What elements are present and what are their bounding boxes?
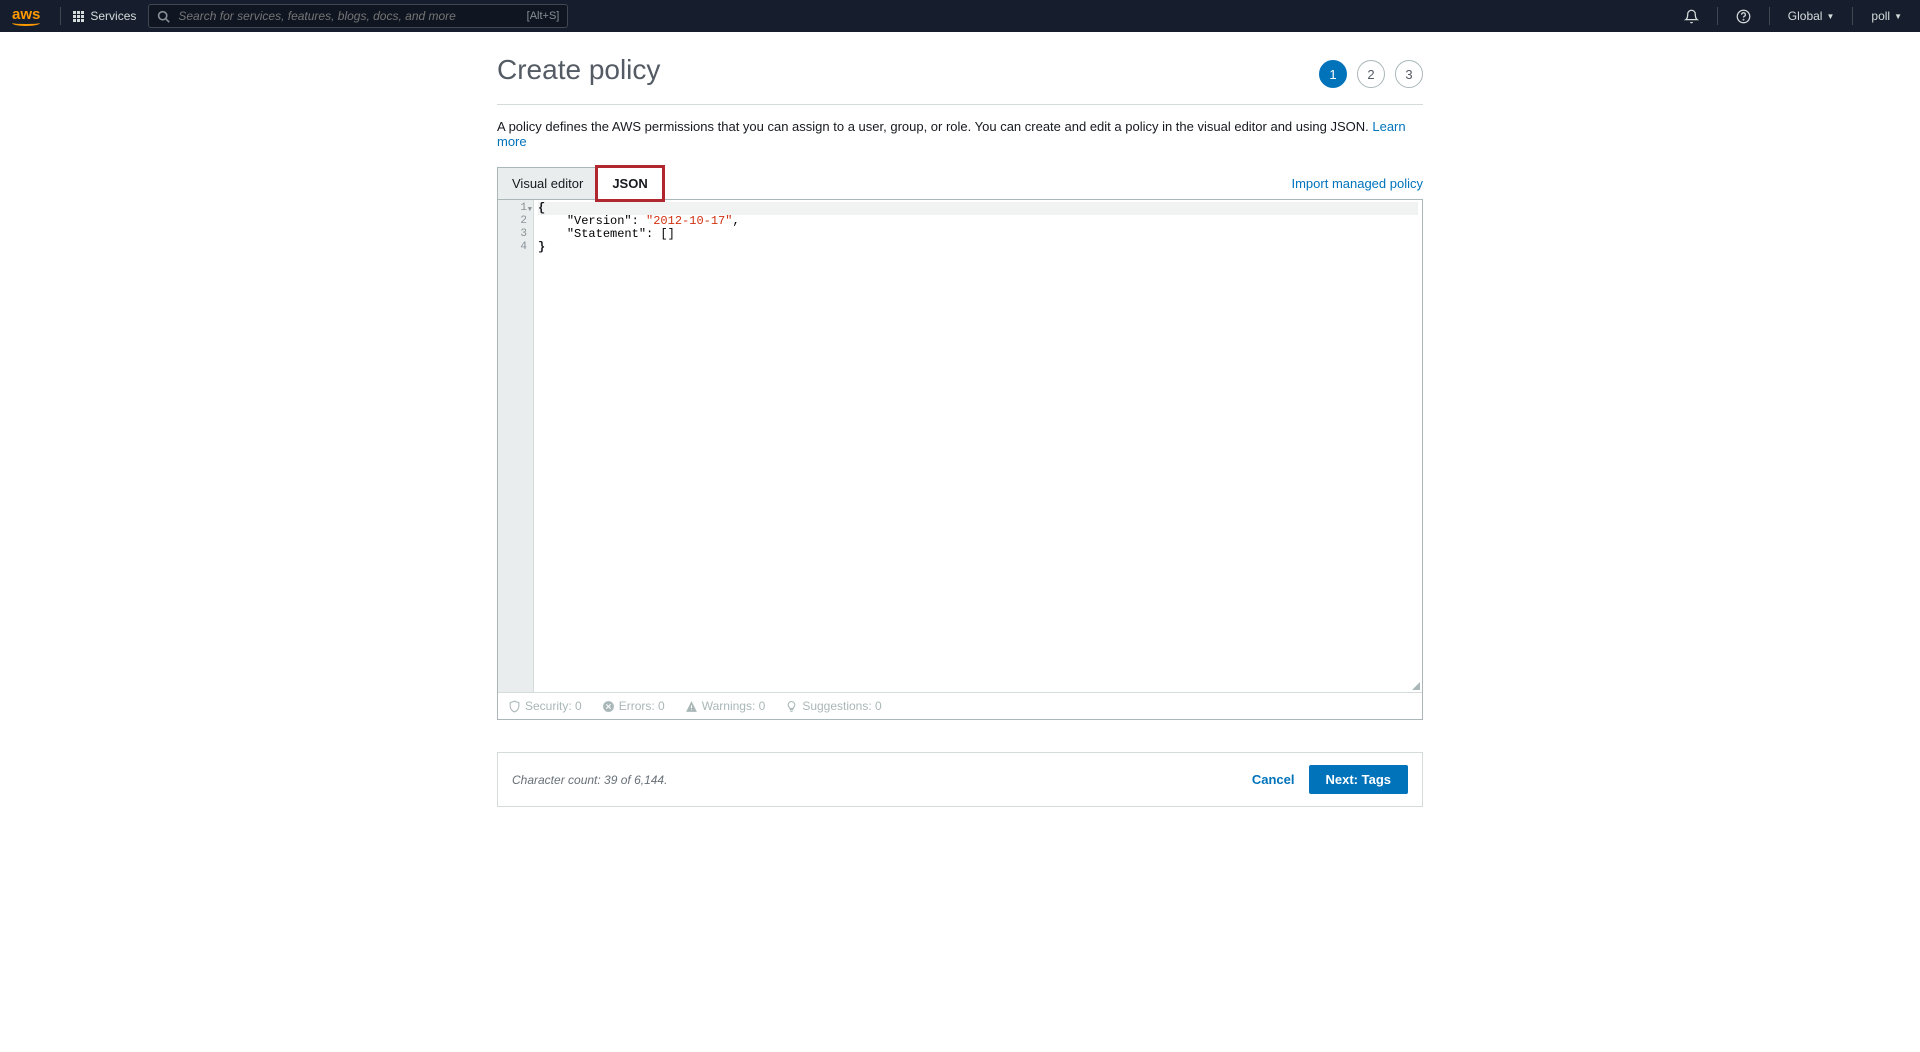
- user-label: poll: [1871, 9, 1890, 23]
- apps-grid-icon: [73, 11, 84, 22]
- lightbulb-icon: [785, 700, 798, 713]
- main-container: Create policy 1 2 3 A policy defines the…: [497, 32, 1423, 807]
- region-selector[interactable]: Global ▼: [1782, 9, 1841, 23]
- tabs-row: Visual editor JSON Import managed policy: [497, 167, 1423, 200]
- tab-visual-editor[interactable]: Visual editor: [497, 167, 598, 199]
- services-label: Services: [90, 9, 136, 23]
- resize-handle-icon[interactable]: [1410, 680, 1420, 690]
- divider: [60, 7, 61, 25]
- help-icon: [1736, 9, 1751, 24]
- warning-icon: [685, 700, 698, 713]
- status-warnings-text: Warnings: 0: [702, 699, 766, 713]
- bell-icon: [1684, 9, 1699, 24]
- search-box[interactable]: [Alt+S]: [148, 4, 568, 28]
- status-errors-text: Errors: 0: [619, 699, 665, 713]
- status-security: Security: 0: [508, 699, 582, 713]
- aws-logo[interactable]: aws: [12, 7, 40, 26]
- region-label: Global: [1788, 9, 1823, 23]
- shield-icon: [508, 700, 521, 713]
- footer-bar: Character count: 39 of 6,144. Cancel Nex…: [497, 752, 1423, 807]
- status-errors: Errors: 0: [602, 699, 665, 713]
- divider: [1717, 7, 1718, 25]
- import-managed-policy-link[interactable]: Import managed policy: [1291, 176, 1423, 199]
- character-count: Character count: 39 of 6,144.: [512, 773, 667, 787]
- editor-status-bar: Security: 0 Errors: 0 Warnings: 0 Sugges…: [498, 692, 1422, 719]
- caret-down-icon: ▼: [1894, 12, 1902, 21]
- topnav-right: Global ▼ poll ▼: [1678, 7, 1908, 25]
- header-row: Create policy 1 2 3: [497, 44, 1423, 105]
- status-warnings: Warnings: 0: [685, 699, 766, 713]
- json-editor[interactable]: 1▼234 { "Version": "2012-10-17", "Statem…: [498, 200, 1422, 692]
- aws-swoosh-icon: [12, 20, 40, 26]
- step-2[interactable]: 2: [1357, 60, 1385, 88]
- cancel-button[interactable]: Cancel: [1252, 772, 1295, 787]
- line-gutter: 1▼234: [498, 200, 534, 692]
- step-1[interactable]: 1: [1319, 60, 1347, 88]
- step-3[interactable]: 3: [1395, 60, 1423, 88]
- caret-down-icon: ▼: [1826, 12, 1834, 21]
- status-suggestions-text: Suggestions: 0: [802, 699, 881, 713]
- status-suggestions: Suggestions: 0: [785, 699, 881, 713]
- services-menu[interactable]: Services: [73, 9, 136, 23]
- intro-body: A policy defines the AWS permissions tha…: [497, 119, 1372, 134]
- top-nav: aws Services [Alt+S] Global ▼ poll ▼: [0, 0, 1920, 32]
- intro-text: A policy defines the AWS permissions tha…: [497, 105, 1423, 159]
- error-icon: [602, 700, 615, 713]
- code-area[interactable]: { "Version": "2012-10-17", "Statement": …: [534, 200, 1422, 692]
- page-title: Create policy: [497, 44, 660, 104]
- search-shortcut: [Alt+S]: [527, 10, 560, 22]
- divider: [1769, 7, 1770, 25]
- divider: [1852, 7, 1853, 25]
- notifications-button[interactable]: [1678, 9, 1705, 24]
- tab-json[interactable]: JSON: [597, 167, 662, 200]
- wizard-steps: 1 2 3: [1319, 60, 1423, 88]
- editor-panel: 1▼234 { "Version": "2012-10-17", "Statem…: [497, 200, 1423, 720]
- help-button[interactable]: [1730, 9, 1757, 24]
- next-tags-button[interactable]: Next: Tags: [1309, 765, 1409, 794]
- footer-actions: Cancel Next: Tags: [1252, 765, 1408, 794]
- search-input[interactable]: [178, 9, 518, 23]
- search-icon: [157, 10, 170, 23]
- account-menu[interactable]: poll ▼: [1865, 9, 1908, 23]
- status-security-text: Security: 0: [525, 699, 582, 713]
